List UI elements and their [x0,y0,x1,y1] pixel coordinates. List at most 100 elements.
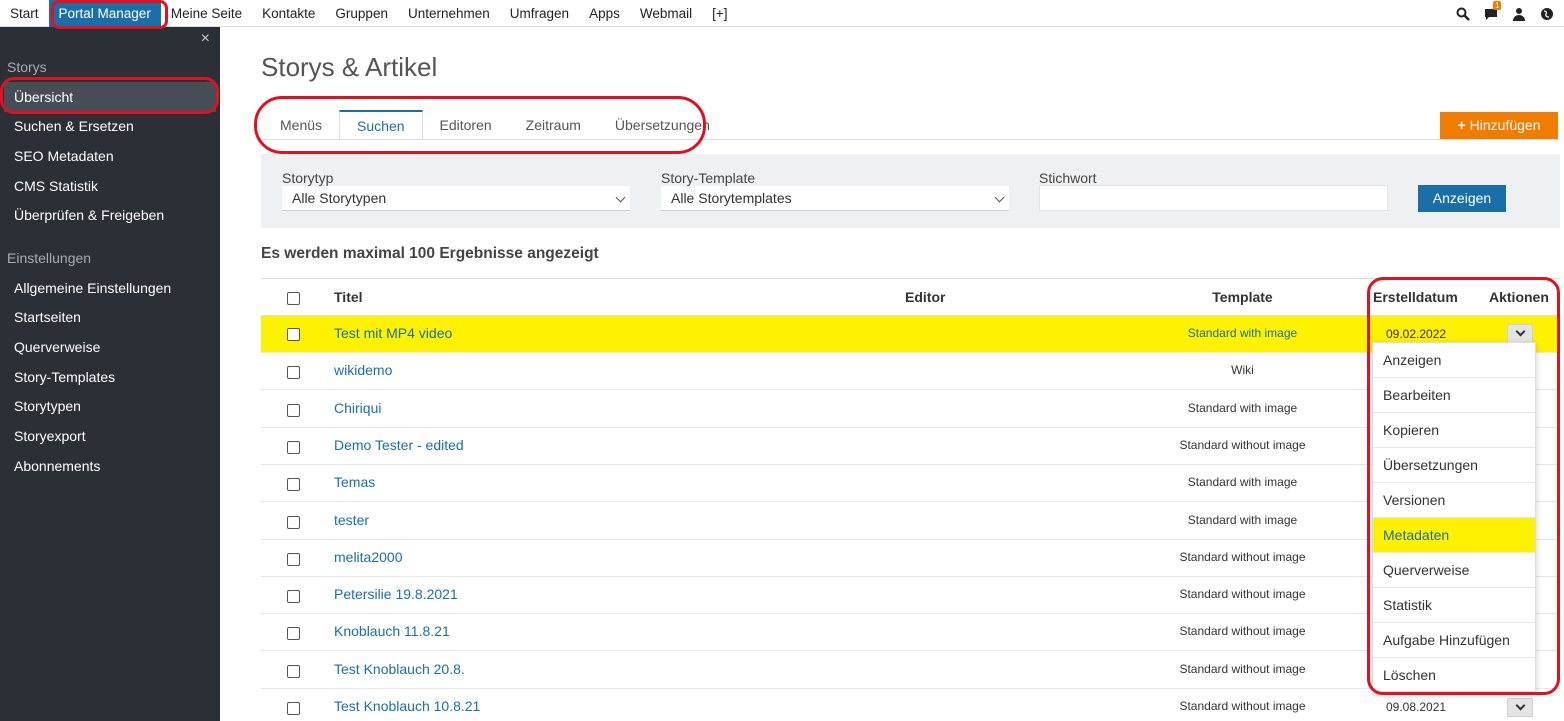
top-icons: 1 [1456,0,1554,27]
nav-more[interactable]: [+] [702,0,737,27]
row-checkbox[interactable] [287,702,300,715]
menu-item-statistik[interactable]: Statistik [1373,588,1535,623]
menu-item-uebersetzungen[interactable]: Übersetzungen [1373,448,1535,483]
row-template: Standard without image [1179,699,1306,713]
nav-umfragen[interactable]: Umfragen [500,0,579,27]
plus-icon: + [1457,117,1466,133]
menu-item-versionen[interactable]: Versionen [1373,483,1535,518]
anzeigen-button[interactable]: Anzeigen [1418,185,1506,212]
sidebar-item-abonnements[interactable]: Abonnements [0,451,220,481]
nav-gruppen[interactable]: Gruppen [325,0,398,27]
sidebar-item-allgemeine-einstellungen[interactable]: Allgemeine Einstellungen [0,273,220,303]
row-title-link[interactable]: wikidemo [334,362,392,378]
nav-meine-seite[interactable]: Meine Seite [161,0,252,27]
story-template-select[interactable]: Alle Storytemplates [661,186,1009,211]
row-date: 09.02.2022 [1386,327,1447,341]
row-checkbox[interactable] [287,516,300,529]
globe-icon[interactable] [1540,7,1554,21]
sidebar-item-seo-metadaten[interactable]: SEO Metadaten [0,141,220,171]
tab-zeitraum[interactable]: Zeitraum [509,110,598,140]
row-title-link[interactable]: Temas [334,474,375,490]
column-header-titel[interactable]: Titel [334,289,363,305]
row-checkbox[interactable] [287,441,300,454]
nav-start[interactable]: Start [0,0,49,27]
sidebar-item-startseiten[interactable]: Startseiten [0,302,220,332]
menu-item-kopieren[interactable]: Kopieren [1373,413,1535,448]
column-header-template[interactable]: Template [1141,289,1344,305]
nav-apps[interactable]: Apps [579,0,630,27]
row-checkbox[interactable] [287,627,300,640]
nav-portal-manager[interactable]: Portal Manager [48,0,161,27]
row-checkbox[interactable] [287,404,300,417]
nav-webmail[interactable]: Webmail [630,0,702,27]
row-title-link[interactable]: Demo Tester - edited [334,437,464,453]
tab-bar: Menüs Suchen Editoren Zeitraum Übersetzu… [263,110,727,141]
tab-editoren[interactable]: Editoren [423,110,509,140]
sidebar-item-cms-statistik[interactable]: CMS Statistik [0,171,220,201]
menu-item-anzeigen[interactable]: Anzeigen [1373,343,1535,378]
chevron-down-icon [1515,700,1526,711]
tab-divider [261,139,1560,140]
sidebar-item-storyexport[interactable]: Storyexport [0,421,220,451]
sidebar-item-story-templates[interactable]: Story-Templates [0,362,220,392]
row-checkbox[interactable] [287,553,300,566]
table-row: Test mit MP4 video Standard with image 0… [261,316,1560,353]
tab-menues[interactable]: Menüs [263,110,339,140]
nav-kontakte[interactable]: Kontakte [252,0,325,27]
row-title-link[interactable]: Test mit MP4 video [334,325,452,341]
story-template-select-value: Alle Storytemplates [671,190,792,206]
row-checkbox[interactable] [287,590,300,603]
row-template: Standard without image [1179,438,1306,452]
select-all-checkbox[interactable] [287,292,300,305]
user-icon[interactable] [1512,7,1526,21]
table-row: Petersilie 19.8.2021 Standard without im… [261,577,1560,614]
row-title-link[interactable]: Test Knoblauch 10.8.21 [334,698,480,714]
row-checkbox[interactable] [287,328,300,341]
column-header-editor[interactable]: Editor [905,289,945,305]
table-row: Temas Standard with image [261,465,1560,502]
row-actions-button[interactable] [1507,698,1533,717]
add-button[interactable]: + Hinzufügen [1440,112,1558,139]
nav-unternehmen[interactable]: Unternehmen [398,0,500,27]
menu-item-querverweise[interactable]: Querverweise [1373,553,1535,588]
menu-item-aufgabe-hinzufuegen[interactable]: Aufgabe Hinzufügen [1373,623,1535,658]
row-title-link[interactable]: Test Knoblauch 20.8. [334,661,465,677]
row-actions-button[interactable] [1507,324,1533,343]
sidebar-section-storys: Storys [7,59,47,75]
row-checkbox[interactable] [287,366,300,379]
table-row: Demo Tester - edited Standard without im… [261,428,1560,465]
sidebar: × Storys Übersicht Suchen & Ersetzen SEO… [0,27,220,721]
chevron-down-icon [615,192,626,203]
search-icon[interactable] [1456,7,1470,21]
column-header-erstelldatum[interactable]: Erstelldatum [1373,289,1458,305]
stichwort-input[interactable] [1039,185,1388,211]
page-title: Storys & Artikel [261,52,438,82]
storytyp-select[interactable]: Alle Storytypen [282,186,630,211]
sidebar-close-icon[interactable]: × [201,30,210,48]
sidebar-item-querverweise[interactable]: Querverweise [0,332,220,362]
row-template: Standard without image [1179,662,1306,676]
chat-badge: 1 [1493,0,1502,10]
add-button-label: Hinzufügen [1469,117,1541,133]
row-checkbox[interactable] [287,478,300,491]
tab-suchen[interactable]: Suchen [339,110,423,141]
row-title-link[interactable]: Petersilie 19.8.2021 [334,586,458,602]
menu-item-metadaten[interactable]: Metadaten [1373,518,1535,553]
row-title-link[interactable]: Knoblauch 11.8.21 [334,623,450,639]
tab-uebersetzungen[interactable]: Übersetzungen [598,110,727,140]
results-info: Es werden maximal 100 Ergebnisse angezei… [261,245,599,262]
row-checkbox[interactable] [287,665,300,678]
menu-item-loeschen[interactable]: Löschen [1373,658,1535,693]
row-template: Standard without image [1179,587,1306,601]
story-template-label: Story-Template [661,170,756,186]
menu-item-bearbeiten[interactable]: Bearbeiten [1373,378,1535,413]
row-title-link[interactable]: melita2000 [334,549,403,565]
sidebar-item-ueberpruefen-freigeben[interactable]: Überprüfen & Freigeben [0,200,220,230]
chat-icon[interactable]: 1 [1484,0,1502,21]
sidebar-item-storytypen[interactable]: Storytypen [0,391,220,421]
top-navigation-bar: Start Portal Manager Meine Seite Kontakt… [0,0,1564,27]
row-title-link[interactable]: tester [334,512,369,528]
sidebar-item-uebersicht[interactable]: Übersicht [4,82,216,112]
sidebar-item-suchen-ersetzen[interactable]: Suchen & Ersetzen [0,111,220,141]
row-title-link[interactable]: Chiriqui [334,400,381,416]
